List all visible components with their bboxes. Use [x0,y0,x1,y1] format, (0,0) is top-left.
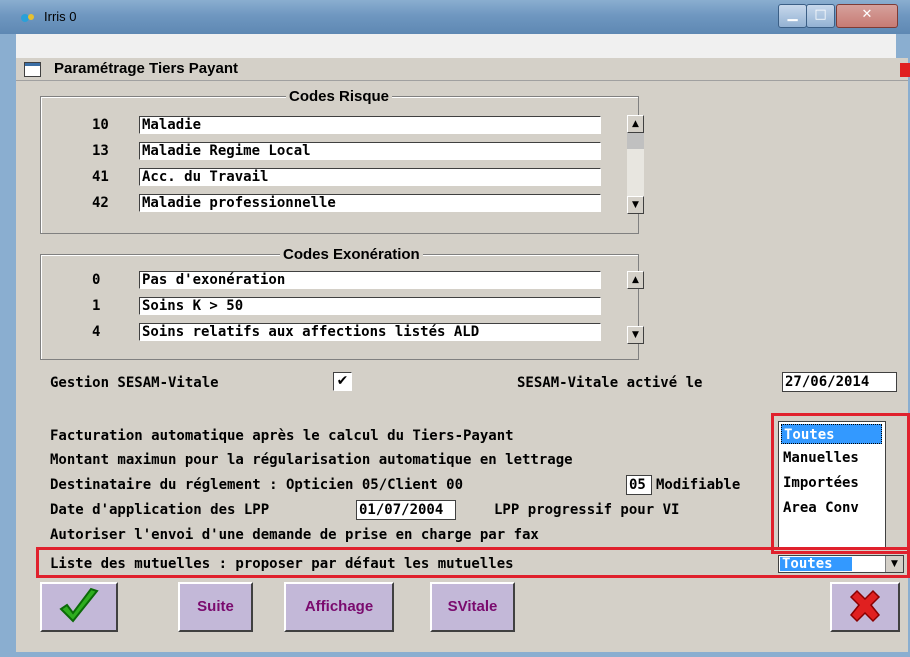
minimize-icon: ▁ [787,7,798,22]
window-title: Irris 0 [44,9,77,24]
close-icon [849,589,881,623]
setting-facturation-label: Facturation automatique après le calcul … [50,428,514,444]
destinataire-field[interactable]: 05 [626,475,652,495]
risque-code: 42 [92,195,109,211]
close-window-button[interactable]: ✕ [836,4,898,28]
risque-label-field[interactable]: Maladie professionnelle [139,194,601,212]
risque-scroll-thumb[interactable] [627,133,644,149]
sesam-label: Gestion SESAM-Vitale [50,375,219,391]
scroll-up-icon[interactable]: ▲ [627,271,644,289]
dialog-title: Paramétrage Tiers Payant [54,60,238,77]
window-frame-bottom [0,652,910,657]
exoneration-label-field[interactable]: Soins relatifs aux affections listés ALD [139,323,601,341]
sesam-checkbox[interactable]: ✔ [333,372,352,391]
dialog-close-button[interactable] [900,63,910,77]
maximize-button[interactable]: □ [806,4,835,28]
risque-label-field[interactable]: Maladie [139,116,601,134]
exoneration-code: 1 [92,298,101,314]
exoneration-label-field[interactable]: Pas d'exonération [139,271,601,289]
setting-destinataire-label: Destinataire du réglement : Opticien 05/… [50,477,464,493]
setting-lpp-label: Date d'application des LPP [50,502,270,518]
setting-mutuelles-label: Liste des mutuelles : proposer par défau… [50,556,514,572]
suite-button[interactable]: Suite [178,582,253,632]
app-icon [21,14,34,22]
scroll-up-icon[interactable]: ▲ [627,115,644,133]
exoneration-code: 0 [92,272,101,288]
close-icon: ✕ [861,7,873,22]
checkmark-icon [59,587,99,623]
cancel-button[interactable] [830,582,900,632]
scroll-down-icon[interactable]: ▼ [627,326,644,344]
risque-code: 41 [92,169,109,185]
sesam-active-label: SESAM-Vitale activé le [517,375,703,391]
risque-code: 13 [92,143,109,159]
modifiable-label: Modifiable [656,477,741,493]
listbox-highlight [771,413,910,554]
mutuelles-combo[interactable]: Toutes ▼ [778,555,904,573]
lpp-date-field[interactable]: 01/07/2004 [356,500,456,520]
scroll-down-icon[interactable]: ▼ [627,196,644,214]
risque-code: 10 [92,117,109,133]
codes-risque-title: Codes Risque [286,88,393,105]
window-titlebar[interactable] [0,0,910,34]
maximize-icon: □ [814,7,827,22]
affichage-button[interactable]: Affichage [284,582,394,632]
exoneration-label-field[interactable]: Soins K > 50 [139,297,601,315]
lpp-progressif-label: LPP progressif pour VI [494,502,680,518]
codes-exoneration-title: Codes Exonération [280,246,423,263]
risque-label-field[interactable]: Acc. du Travail [139,168,601,186]
setting-montant-label: Montant maximun pour la régularisation a… [50,452,573,468]
risque-label-field[interactable]: Maladie Regime Local [139,142,601,160]
sesam-active-date-field[interactable]: 27/06/2014 [782,372,897,392]
svitale-button[interactable]: SVitale [430,582,515,632]
minimize-button[interactable]: ▁ [778,4,807,28]
exoneration-code: 4 [92,324,101,340]
setting-fax-label: Autoriser l'envoi d'une demande de prise… [50,527,539,543]
dialog-icon [24,62,41,77]
chevron-down-icon[interactable]: ▼ [885,556,903,572]
mutuelles-combo-value: Toutes [780,557,852,571]
window-frame-left [0,34,16,657]
validate-button[interactable] [40,582,118,632]
